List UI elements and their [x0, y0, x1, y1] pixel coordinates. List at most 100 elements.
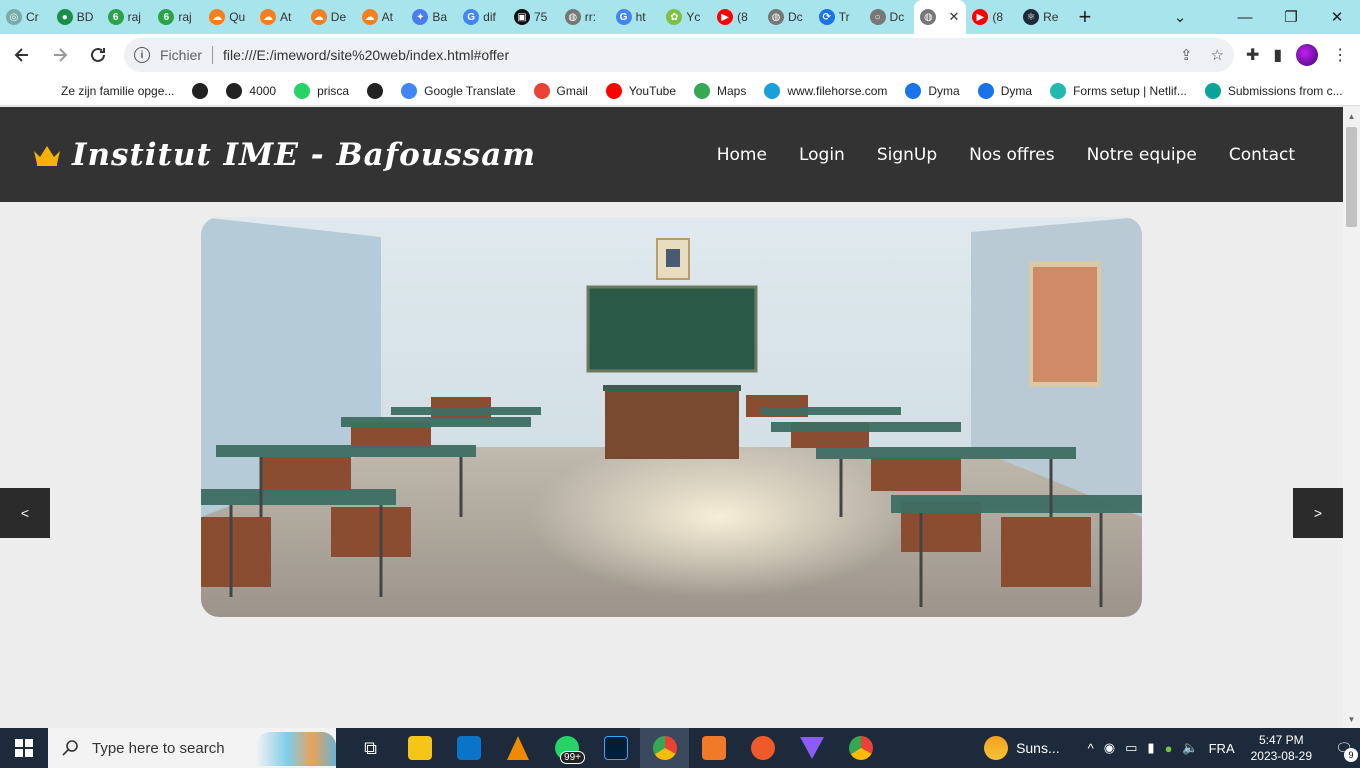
back-arrow-icon [14, 48, 28, 62]
slider-prev-button[interactable]: < [0, 488, 50, 538]
language-indicator[interactable]: FRA [1209, 741, 1235, 756]
bookmark-item[interactable]: 4000 [226, 82, 276, 99]
tab-label: BD [76, 10, 94, 24]
browser-tab[interactable]: ✿ Yc [660, 0, 711, 34]
task-view-icon[interactable]: ⧉ [346, 728, 395, 768]
weather-widget[interactable]: Suns... [984, 736, 1060, 760]
new-tab-button[interactable]: + [1068, 0, 1102, 34]
address-bar[interactable]: i Fichier file:///E:/imeword/site%20web/… [124, 38, 1234, 72]
browser-tab[interactable]: ▶ (8 [711, 0, 762, 34]
network-icon[interactable]: ▭ [1125, 740, 1137, 756]
volume-icon[interactable]: 🔈 [1182, 740, 1198, 756]
battery-icon[interactable]: ▮ [1147, 740, 1154, 756]
browser-tab[interactable]: ☁ De [305, 0, 356, 34]
weather-text: Suns... [1016, 740, 1060, 756]
bookmark-item[interactable] [192, 82, 209, 99]
chrome-profile-icon[interactable] [836, 728, 885, 768]
info-icon[interactable]: i [134, 47, 150, 63]
bookmark-label: Submissions from c... [1227, 83, 1343, 98]
browser-tab[interactable]: ▶ (8 [966, 0, 1017, 34]
browser-tab[interactable]: ▣ 75 [508, 0, 559, 34]
scroll-down-arrow-icon[interactable]: ▼ [1343, 712, 1360, 726]
vscode-icon[interactable] [444, 728, 493, 768]
scrollbar-thumb[interactable] [1346, 127, 1357, 227]
tab-favicon-icon: ● [56, 9, 73, 25]
chrome-icon[interactable] [640, 728, 689, 768]
close-window-button[interactable]: ✕ [1314, 0, 1360, 34]
profile-avatar[interactable] [1296, 44, 1319, 66]
browser-tab[interactable]: ◍ Dc [762, 0, 813, 34]
bookmark-favicon-icon [533, 82, 550, 99]
tray-expand-icon[interactable]: ^ [1088, 741, 1094, 756]
browser-tab[interactable]: ⚛ Re [1017, 0, 1068, 34]
bookmark-item[interactable]: Forms setup | Netlif... [1050, 82, 1187, 99]
tab-close-icon[interactable]: ✕ [948, 9, 959, 25]
page-scrollbar[interactable]: ▲ ▼ [1343, 107, 1360, 728]
bookmark-item[interactable]: Dyma [977, 82, 1032, 99]
browser-tab[interactable]: ◍ ✕ [914, 0, 967, 34]
nav-login[interactable]: Login [799, 145, 845, 165]
bookmark-item[interactable]: Maps [694, 82, 746, 99]
browser-tab[interactable]: ⟳ Tr [813, 0, 864, 34]
camera-icon[interactable]: ◉ [1104, 740, 1115, 756]
bookmark-item[interactable]: Ze zijn familie opge... [38, 82, 174, 99]
share-icon[interactable]: ⇪ [1180, 46, 1193, 64]
bookmark-item[interactable]: www.filehorse.com [764, 82, 887, 99]
bookmark-item[interactable]: prisca [294, 82, 349, 99]
bookmark-item[interactable] [367, 82, 384, 99]
browser-tab[interactable]: ◎ Cr [0, 0, 51, 34]
slide-classroom-image [201, 217, 1142, 617]
browser-tab[interactable]: 6 raj [152, 0, 203, 34]
browser-tab[interactable]: ☁ Qu [203, 0, 254, 34]
minimize-button[interactable]: — [1222, 0, 1268, 34]
scroll-up-arrow-icon[interactable]: ▲ [1343, 109, 1360, 123]
browser-tab[interactable]: 6 raj [102, 0, 153, 34]
restore-button[interactable]: ❐ [1268, 0, 1314, 34]
pdf-app-icon[interactable] [689, 728, 738, 768]
site-brand[interactable]: Institut IME - Bafoussam [32, 137, 536, 173]
omnibox-actions: ⇪ ☆ [1180, 46, 1224, 64]
browser-tab[interactable]: ○ Dc [864, 0, 915, 34]
brave-compass-icon[interactable] [738, 728, 787, 768]
extensions-puzzle-icon[interactable]: ✚ [1246, 45, 1259, 65]
tab-search-dropdown[interactable]: ⌄ [1160, 0, 1200, 34]
taskbar-search[interactable]: Type here to search [48, 728, 336, 768]
browser-tab[interactable]: ✦ Ba [406, 0, 457, 34]
bookmark-item[interactable]: Dyma [905, 82, 960, 99]
browser-tab[interactable]: ☁ At [254, 0, 305, 34]
browser-tab[interactable]: ☁ At [356, 0, 407, 34]
nav-signup[interactable]: SignUp [877, 145, 937, 165]
browser-tab[interactable]: ◍ rr: [559, 0, 610, 34]
app-tray-icon[interactable]: ● [1165, 741, 1173, 756]
forward-button[interactable] [44, 39, 76, 71]
bookmark-star-icon[interactable]: ☆ [1211, 46, 1224, 64]
nav-offres[interactable]: Nos offres [969, 145, 1054, 165]
proton-vpn-icon[interactable] [787, 728, 836, 768]
clock[interactable]: 5:47 PM 2023-08-29 [1251, 732, 1312, 764]
menu-kebab-icon[interactable]: ⋮ [1332, 45, 1348, 65]
tab-label: Ba [432, 10, 448, 24]
bookmark-item[interactable]: Gmail [533, 82, 588, 99]
nav-equipe[interactable]: Notre equipe [1087, 145, 1197, 165]
back-button[interactable] [6, 39, 38, 71]
nav-contact[interactable]: Contact [1229, 145, 1295, 165]
whatsapp-icon[interactable]: 99+ [542, 728, 591, 768]
tab-label: Yc [686, 10, 701, 24]
browser-tab[interactable]: Ght [610, 0, 661, 34]
tab-label: raj [127, 10, 141, 24]
nav-home[interactable]: Home [717, 145, 767, 165]
vlc-icon[interactable] [493, 728, 542, 768]
reload-button[interactable] [82, 39, 114, 71]
bookmark-item[interactable]: YouTube [605, 82, 676, 99]
url-text[interactable]: file:///E:/imeword/site%20web/index.html… [223, 47, 509, 63]
slider-next-button[interactable]: > [1293, 488, 1343, 538]
photoshop-icon[interactable] [591, 728, 640, 768]
file-explorer-icon[interactable] [395, 728, 444, 768]
start-button[interactable] [0, 728, 48, 768]
side-panel-icon[interactable]: ▮ [1273, 45, 1282, 65]
browser-tab[interactable]: ● BD [51, 0, 102, 34]
bookmark-item[interactable]: Google Translate [401, 82, 516, 99]
notifications-button[interactable]: 🗨 9 [1328, 728, 1360, 768]
bookmark-item[interactable]: Submissions from c... [1204, 82, 1343, 99]
browser-tab[interactable]: Gdif [457, 0, 508, 34]
